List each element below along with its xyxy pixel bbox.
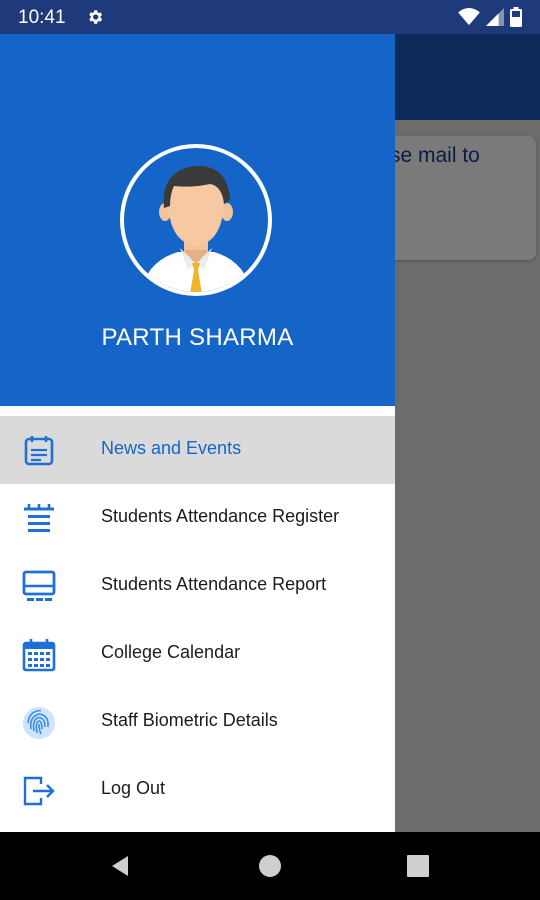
- menu-item-label: News and Events: [101, 438, 242, 458]
- menu-item-college-calendar[interactable]: College Calendar: [0, 620, 395, 688]
- menu-item-attendance-register[interactable]: Students Attendance Register: [0, 484, 395, 552]
- fingerprint-icon: [23, 707, 55, 739]
- status-time: 10:41: [18, 7, 66, 28]
- drawer-menu: News and Events Students Attendance Regi…: [0, 416, 395, 824]
- menu-item-label: Log Out: [101, 778, 166, 798]
- navigation-bar: [0, 832, 540, 900]
- drawer-header: PARTH SHARMA: [0, 34, 395, 406]
- logout-icon: [23, 776, 55, 806]
- menu-item-news-and-events[interactable]: News and Events: [0, 416, 395, 484]
- wifi-icon: [458, 8, 480, 26]
- report-monitor-icon: [22, 570, 56, 601]
- navigation-drawer: PARTH SHARMA News and Events Students At…: [0, 34, 395, 832]
- background-card-text: se mail to: [390, 144, 480, 167]
- recents-icon[interactable]: [406, 854, 430, 878]
- status-bar: 10:41: [0, 0, 540, 34]
- menu-item-label: Students Attendance Register: [101, 506, 340, 526]
- menu-item-biometric-details[interactable]: Staff Biometric Details: [0, 688, 395, 756]
- menu-item-attendance-report[interactable]: Students Attendance Report: [0, 552, 395, 620]
- battery-icon: [510, 7, 522, 27]
- back-icon[interactable]: [108, 854, 132, 878]
- avatar: [120, 144, 272, 296]
- menu-item-label: College Calendar: [101, 642, 241, 662]
- register-list-icon: [24, 504, 54, 532]
- signal-icon: [486, 8, 504, 26]
- menu-item-log-out[interactable]: Log Out: [0, 756, 395, 824]
- news-calendar-icon: [24, 436, 54, 466]
- user-name: PARTH SHARMA: [101, 324, 294, 351]
- calendar-icon: [22, 639, 56, 672]
- menu-item-label: Staff Biometric Details: [101, 710, 278, 730]
- system-icons: [458, 7, 522, 27]
- menu-item-label: Students Attendance Report: [101, 574, 327, 594]
- gear-icon: [89, 10, 103, 24]
- home-icon[interactable]: [258, 854, 282, 878]
